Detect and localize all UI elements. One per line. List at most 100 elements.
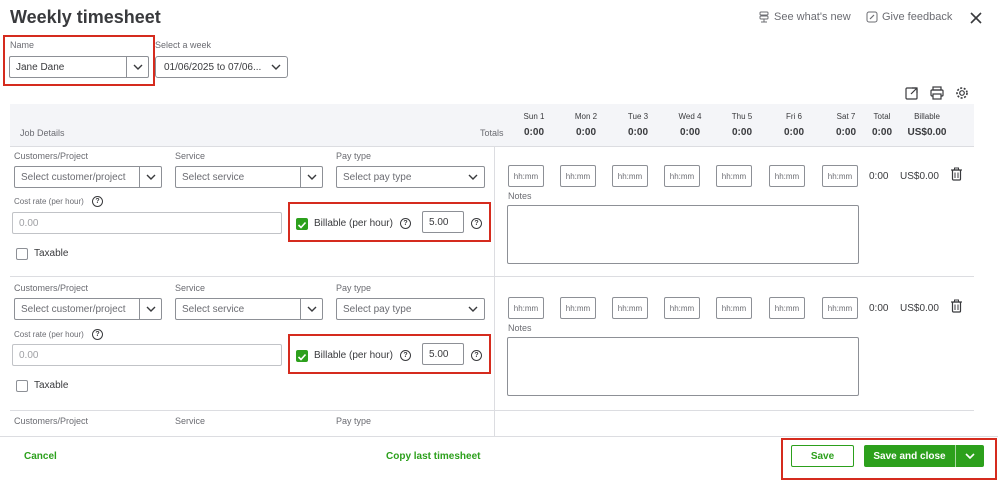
taxable-checkbox[interactable] [16, 380, 28, 392]
time-placeholder: hh:mm [565, 171, 591, 181]
highlight-save [781, 438, 997, 480]
customer-placeholder: Select customer/project [21, 303, 126, 315]
time-input-wed[interactable]: hh:mm [664, 297, 700, 319]
chevron-down-icon [300, 167, 322, 187]
paytype-select[interactable]: Select pay type [336, 298, 485, 320]
whats-new-icon [759, 11, 769, 23]
day-name: Mon 2 [574, 112, 598, 121]
service-select[interactable]: Select service [175, 298, 323, 320]
chevron-down-icon [139, 299, 161, 319]
time-placeholder: hh:mm [827, 171, 853, 181]
cost-rate-label: Cost rate (per hour) [14, 197, 84, 206]
taxable-label: Taxable [34, 380, 69, 391]
customer-select[interactable]: Select customer/project [14, 166, 162, 188]
time-input-tue[interactable]: hh:mm [612, 297, 648, 319]
notes-textarea[interactable] [507, 337, 859, 396]
time-placeholder: hh:mm [721, 303, 747, 313]
day-name: Thu 5 [731, 112, 753, 121]
day-col-wed: Wed 4 0:00 [668, 112, 712, 138]
day-col-mon: Mon 2 0:00 [564, 112, 608, 138]
page-title: Weekly timesheet [10, 7, 161, 27]
customer-placeholder: Select customer/project [21, 171, 126, 183]
service-label: Service [175, 283, 206, 293]
total-header: Total [873, 112, 891, 121]
row-column-divider [494, 410, 495, 436]
day-total: 0:00 [523, 127, 544, 138]
cost-rate-input[interactable]: 0.00 [12, 212, 282, 234]
cancel-button[interactable]: Cancel [24, 451, 57, 462]
time-input-sun[interactable]: hh:mm [508, 165, 544, 187]
time-input-wed[interactable]: hh:mm [664, 165, 700, 187]
help-icon[interactable]: ? [92, 196, 103, 207]
copy-last-timesheet-button[interactable]: Copy last timesheet [386, 451, 480, 462]
paytype-placeholder: Select pay type [343, 171, 412, 183]
trash-icon[interactable] [950, 299, 963, 313]
notes-label: Notes [508, 323, 532, 333]
day-col-fri: Fri 6 0:00 [772, 112, 816, 138]
chevron-down-icon [265, 57, 287, 77]
service-placeholder: Select service [182, 171, 245, 183]
highlight-billable [288, 334, 491, 374]
day-total: 0:00 [627, 127, 648, 138]
time-input-tue[interactable]: hh:mm [612, 165, 648, 187]
service-label: Service [175, 416, 206, 426]
week-value: 01/06/2025 to 07/06... [164, 61, 262, 73]
row-divider [10, 146, 974, 147]
chevron-down-icon [462, 167, 484, 187]
trash-icon[interactable] [950, 167, 963, 181]
time-input-thu[interactable]: hh:mm [716, 165, 752, 187]
paytype-label: Pay type [336, 416, 372, 426]
totals-header: Totals [480, 128, 504, 138]
see-whats-new-label: See what's new [774, 11, 851, 23]
help-icon[interactable]: ? [92, 329, 103, 340]
taxable-checkbox[interactable] [16, 248, 28, 260]
time-placeholder: hh:mm [617, 303, 643, 313]
service-placeholder: Select service [182, 303, 245, 315]
gear-icon[interactable] [955, 86, 969, 100]
time-placeholder: hh:mm [565, 303, 591, 313]
day-name: Fri 6 [786, 112, 802, 121]
time-input-mon[interactable]: hh:mm [560, 165, 596, 187]
time-placeholder: hh:mm [774, 303, 800, 313]
customer-label: Customers/Project [14, 416, 89, 426]
notes-textarea[interactable] [507, 205, 859, 264]
customer-label: Customers/Project [14, 283, 89, 293]
row-total: 0:00 [869, 171, 889, 182]
time-input-mon[interactable]: hh:mm [560, 297, 596, 319]
time-input-fri[interactable]: hh:mm [769, 297, 805, 319]
day-total: 0:00 [731, 127, 752, 138]
cost-rate-placeholder: 0.00 [19, 349, 39, 361]
print-icon[interactable] [930, 86, 944, 100]
cost-rate-input[interactable]: 0.00 [12, 344, 282, 366]
paytype-placeholder: Select pay type [343, 303, 412, 315]
time-input-thu[interactable]: hh:mm [716, 297, 752, 319]
billable-col: Billable US$0.00 [900, 112, 954, 138]
time-input-sat[interactable]: hh:mm [822, 297, 858, 319]
notes-label: Notes [508, 191, 532, 201]
time-placeholder: hh:mm [513, 303, 539, 313]
time-input-sat[interactable]: hh:mm [822, 165, 858, 187]
service-select[interactable]: Select service [175, 166, 323, 188]
give-feedback-link[interactable]: Give feedback [866, 11, 952, 23]
service-label: Service [175, 151, 206, 161]
paytype-select[interactable]: Select pay type [336, 166, 485, 188]
week-label: Select a week [155, 40, 212, 50]
export-icon[interactable] [905, 86, 919, 100]
day-name: Wed 4 [678, 112, 702, 121]
chevron-down-icon [300, 299, 322, 319]
time-input-sun[interactable]: hh:mm [508, 297, 544, 319]
row-billable: US$0.00 [900, 303, 939, 314]
job-details-header: Job Details [20, 128, 65, 138]
cost-rate-label: Cost rate (per hour) [14, 330, 84, 339]
week-select[interactable]: 01/06/2025 to 07/06... [155, 56, 288, 78]
time-placeholder: hh:mm [513, 171, 539, 181]
time-placeholder: hh:mm [721, 171, 747, 181]
day-total: 0:00 [575, 127, 596, 138]
customer-select[interactable]: Select customer/project [14, 298, 162, 320]
day-total: 0:00 [783, 127, 804, 138]
time-input-fri[interactable]: hh:mm [769, 165, 805, 187]
row-column-divider [494, 276, 495, 410]
close-icon[interactable] [966, 8, 986, 28]
time-placeholder: hh:mm [617, 171, 643, 181]
see-whats-new-link[interactable]: See what's new [758, 11, 851, 23]
